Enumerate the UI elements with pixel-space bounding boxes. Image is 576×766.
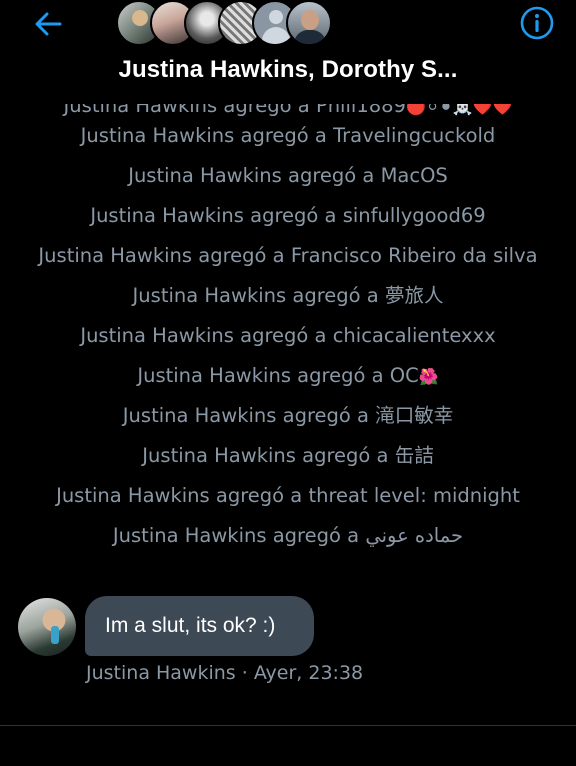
message-time: Ayer, 23:38 bbox=[253, 662, 364, 684]
participant-avatar bbox=[286, 0, 332, 46]
system-message: Justina Hawkins agregó a OC🌺 bbox=[137, 364, 439, 387]
system-message: Justina Hawkins agregó a حماده عوني bbox=[112, 524, 464, 547]
system-message: Justina Hawkins agregó a MacOS bbox=[128, 164, 448, 187]
separator: · bbox=[241, 662, 248, 684]
composer-divider bbox=[0, 725, 576, 726]
info-icon[interactable] bbox=[518, 4, 556, 42]
system-messages-list: Justina Hawkins agregó a Phill1889🔴⚪⚫☠️❤… bbox=[0, 86, 576, 556]
system-message: Justina Hawkins agregó a sinfullygood69 bbox=[90, 204, 486, 227]
back-arrow-icon[interactable] bbox=[28, 6, 68, 42]
system-message: Justina Hawkins agregó a 缶詰 bbox=[142, 444, 434, 467]
system-message: Justina Hawkins agregó a 滝口敏幸 bbox=[122, 404, 454, 427]
emoji: 🌺 bbox=[418, 367, 439, 386]
system-message: Justina Hawkins agregó a 夢旅人 bbox=[132, 284, 444, 307]
system-message: Justina Hawkins agregó a chicacalientexx… bbox=[80, 324, 496, 347]
conversation-header: Justina Hawkins, Dorothy S... bbox=[0, 0, 576, 104]
system-message: Justina Hawkins agregó a Travelingcuckol… bbox=[80, 124, 496, 147]
sender-avatar[interactable] bbox=[18, 598, 76, 656]
message-meta: Justina Hawkins · Ayer, 23:38 bbox=[86, 662, 363, 684]
system-message: Justina Hawkins agregó a threat level: m… bbox=[56, 484, 520, 507]
sender-name: Justina Hawkins bbox=[86, 662, 236, 684]
message-text: Im a slut, its ok? :) bbox=[105, 614, 276, 637]
conversation-title[interactable]: Justina Hawkins, Dorothy S... bbox=[0, 56, 576, 84]
message-bubble[interactable]: Im a slut, its ok? :) bbox=[85, 596, 314, 656]
participant-avatars[interactable] bbox=[116, 0, 332, 46]
system-message: Justina Hawkins agregó a Francisco Ribei… bbox=[38, 244, 538, 267]
